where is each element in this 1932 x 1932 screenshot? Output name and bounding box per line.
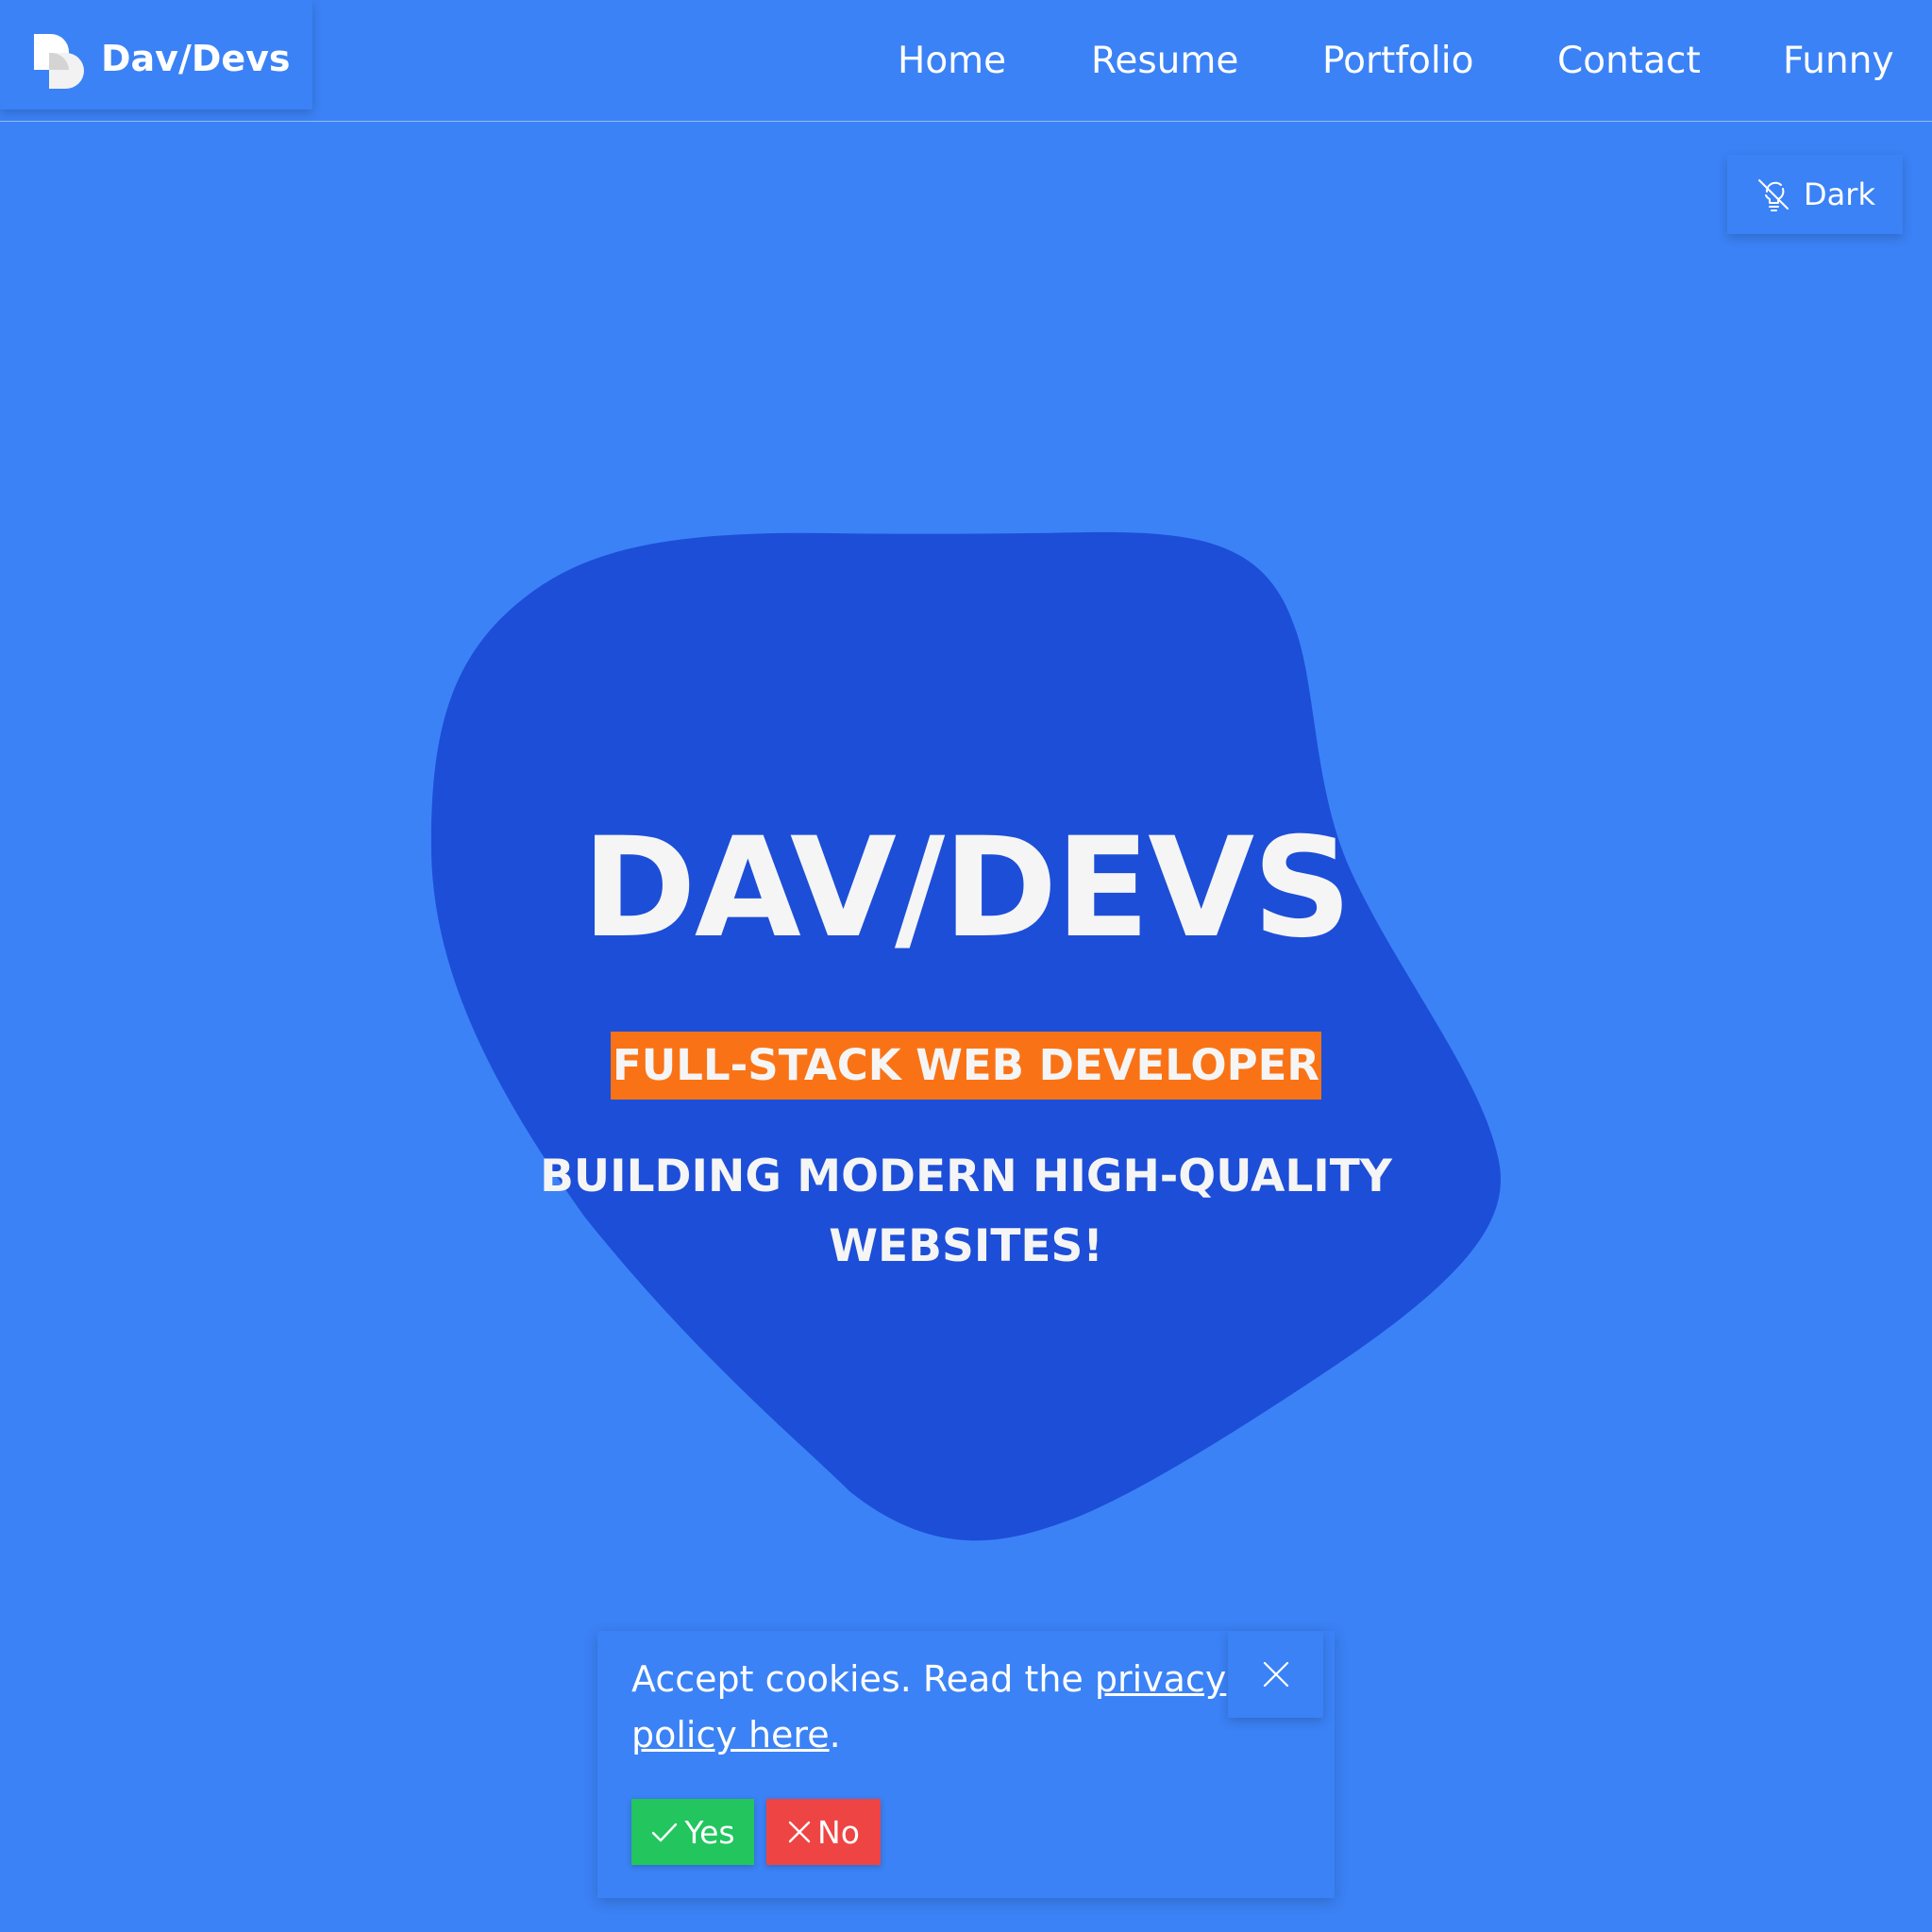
cookie-text-before: Accept cookies. Read the (631, 1658, 1095, 1700)
cookie-banner: Accept cookies. Read the privacy policy … (597, 1631, 1335, 1898)
cookie-text-after: . (829, 1714, 841, 1756)
close-icon (1263, 1661, 1288, 1688)
hero-tagline-wrap: FULL-STACK WEB DEVELOPER (0, 1032, 1932, 1100)
cookie-close-button[interactable] (1228, 1631, 1323, 1718)
hero-subtitle: BUILDING MODERN HIGH-QUALITY WEBSITES! (0, 1142, 1932, 1282)
hero-title: DAV/DEVS (581, 808, 1352, 968)
cookie-no-button[interactable]: No (766, 1799, 881, 1865)
cookie-no-label: No (817, 1813, 860, 1851)
cookie-yes-label: Yes (684, 1813, 735, 1851)
cookie-message: Accept cookies. Read the privacy policy … (631, 1652, 1292, 1765)
hero-subtitle-line2: WEBSITES! (829, 1220, 1103, 1272)
hero-tagline: FULL-STACK WEB DEVELOPER (610, 1032, 1321, 1100)
cookie-yes-button[interactable]: Yes (631, 1799, 754, 1865)
hero-subtitle-line1: BUILDING MODERN HIGH-QUALITY (540, 1151, 1392, 1202)
check-icon (652, 1823, 678, 1842)
x-icon (788, 1821, 811, 1843)
